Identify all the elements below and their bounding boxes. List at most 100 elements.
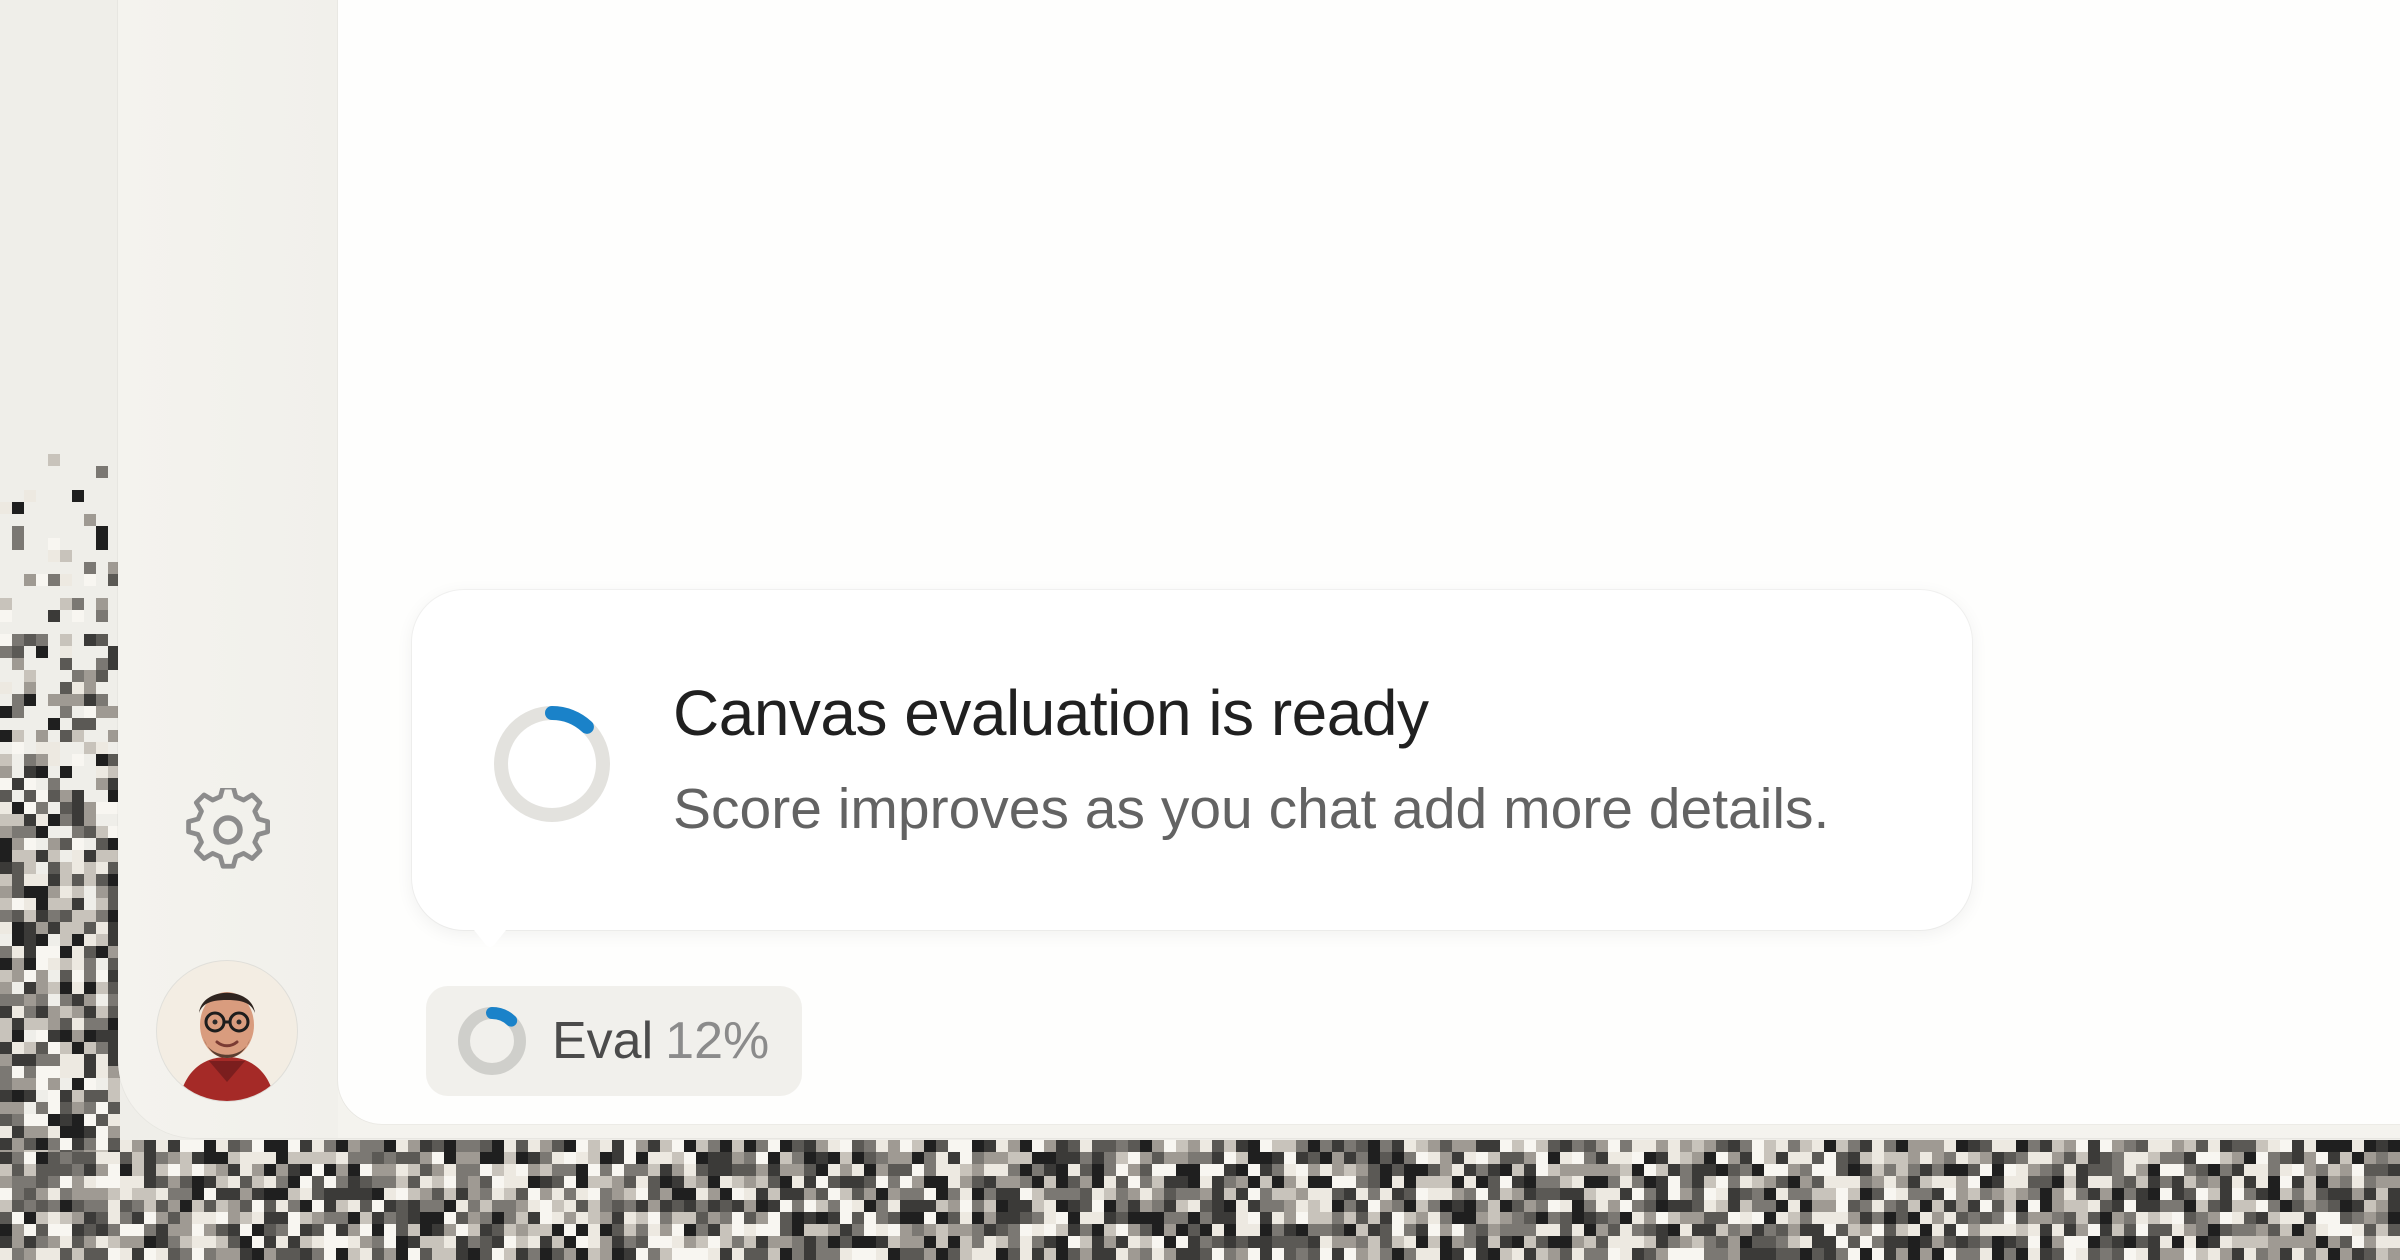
background-pixel bbox=[288, 1236, 300, 1248]
background-pixel bbox=[348, 1164, 360, 1176]
background-pixel bbox=[1284, 1164, 1296, 1176]
background-pixel bbox=[456, 1164, 468, 1176]
background-pixel bbox=[1968, 1200, 1980, 1212]
background-pixel bbox=[2376, 1248, 2388, 1260]
background-pixel bbox=[888, 1140, 900, 1152]
background-pixel bbox=[2016, 1200, 2028, 1212]
background-pixel bbox=[48, 550, 60, 562]
background-pixel bbox=[36, 874, 48, 886]
background-pixel bbox=[1680, 1236, 1692, 1248]
background-pixel bbox=[1164, 1248, 1176, 1260]
background-pixel bbox=[1536, 1188, 1548, 1200]
background-pixel bbox=[1296, 1224, 1308, 1236]
background-pixel bbox=[2232, 1188, 2244, 1200]
background-pixel bbox=[1116, 1248, 1128, 1260]
settings-button[interactable] bbox=[186, 788, 270, 872]
background-pixel bbox=[0, 1030, 12, 1042]
background-pixel bbox=[624, 1152, 636, 1164]
background-pixel bbox=[24, 778, 36, 790]
background-pixel bbox=[24, 1054, 36, 1066]
background-pixel bbox=[360, 1236, 372, 1248]
background-pixel bbox=[1980, 1212, 1992, 1224]
background-pixel bbox=[504, 1188, 516, 1200]
background-pixel bbox=[480, 1200, 492, 1212]
background-pixel bbox=[252, 1200, 264, 1212]
eval-score-chip[interactable]: Eval 12% bbox=[426, 986, 802, 1096]
background-pixel bbox=[2244, 1140, 2256, 1152]
background-pixel bbox=[1716, 1140, 1728, 1152]
background-pixel bbox=[684, 1200, 696, 1212]
background-pixel bbox=[1932, 1212, 1944, 1224]
background-pixel bbox=[96, 922, 108, 934]
background-pixel bbox=[276, 1176, 288, 1188]
background-pixel bbox=[1500, 1212, 1512, 1224]
background-pixel bbox=[1200, 1212, 1212, 1224]
background-pixel bbox=[120, 1248, 132, 1260]
background-pixel bbox=[228, 1200, 240, 1212]
background-pixel bbox=[36, 1200, 48, 1212]
background-pixel bbox=[96, 466, 108, 478]
background-pixel bbox=[924, 1224, 936, 1236]
background-pixel bbox=[1896, 1164, 1908, 1176]
background-pixel bbox=[1452, 1224, 1464, 1236]
background-pixel bbox=[1752, 1176, 1764, 1188]
background-pixel bbox=[36, 970, 48, 982]
background-pixel bbox=[1836, 1164, 1848, 1176]
background-pixel bbox=[108, 1200, 120, 1212]
background-pixel bbox=[852, 1200, 864, 1212]
background-pixel bbox=[24, 1126, 36, 1138]
background-pixel bbox=[360, 1212, 372, 1224]
background-pixel bbox=[660, 1236, 672, 1248]
background-pixel bbox=[1452, 1152, 1464, 1164]
background-pixel bbox=[60, 1236, 72, 1248]
background-pixel bbox=[900, 1188, 912, 1200]
background-pixel bbox=[1632, 1212, 1644, 1224]
background-pixel bbox=[780, 1188, 792, 1200]
background-pixel bbox=[648, 1200, 660, 1212]
background-pixel bbox=[216, 1164, 228, 1176]
background-pixel bbox=[0, 1248, 12, 1260]
background-pixel bbox=[372, 1236, 384, 1248]
background-pixel bbox=[24, 574, 36, 586]
background-pixel bbox=[2352, 1152, 2364, 1164]
background-pixel bbox=[2088, 1188, 2100, 1200]
background-pixel bbox=[1332, 1140, 1344, 1152]
background-pixel bbox=[1824, 1236, 1836, 1248]
background-pixel bbox=[372, 1140, 384, 1152]
background-pixel bbox=[48, 946, 60, 958]
background-pixel bbox=[96, 658, 108, 670]
background-pixel bbox=[2124, 1176, 2136, 1188]
background-pixel bbox=[1260, 1140, 1272, 1152]
background-pixel bbox=[0, 1054, 12, 1066]
background-pixel bbox=[96, 1018, 108, 1030]
background-pixel bbox=[0, 610, 12, 622]
background-pixel bbox=[2100, 1164, 2112, 1176]
background-pixel bbox=[2076, 1176, 2088, 1188]
background-pixel bbox=[924, 1152, 936, 1164]
background-pixel bbox=[96, 802, 108, 814]
background-pixel bbox=[552, 1164, 564, 1176]
background-pixel bbox=[1692, 1152, 1704, 1164]
background-pixel bbox=[900, 1248, 912, 1260]
background-pixel bbox=[1224, 1176, 1236, 1188]
background-pixel bbox=[36, 1248, 48, 1260]
background-pixel bbox=[12, 1006, 24, 1018]
background-pixel bbox=[1572, 1140, 1584, 1152]
background-pixel bbox=[468, 1212, 480, 1224]
background-pixel bbox=[24, 1164, 36, 1176]
background-pixel bbox=[1908, 1140, 1920, 1152]
background-pixel bbox=[300, 1224, 312, 1236]
background-pixel bbox=[24, 1248, 36, 1260]
background-pixel bbox=[588, 1212, 600, 1224]
background-pixel bbox=[540, 1164, 552, 1176]
background-pixel bbox=[708, 1152, 720, 1164]
background-pixel bbox=[2268, 1164, 2280, 1176]
background-pixel bbox=[1512, 1152, 1524, 1164]
background-pixel bbox=[1152, 1200, 1164, 1212]
background-pixel bbox=[60, 898, 72, 910]
background-pixel bbox=[156, 1236, 168, 1248]
background-pixel bbox=[72, 862, 84, 874]
background-pixel bbox=[2016, 1164, 2028, 1176]
background-pixel bbox=[1644, 1224, 1656, 1236]
user-avatar[interactable] bbox=[157, 961, 297, 1101]
